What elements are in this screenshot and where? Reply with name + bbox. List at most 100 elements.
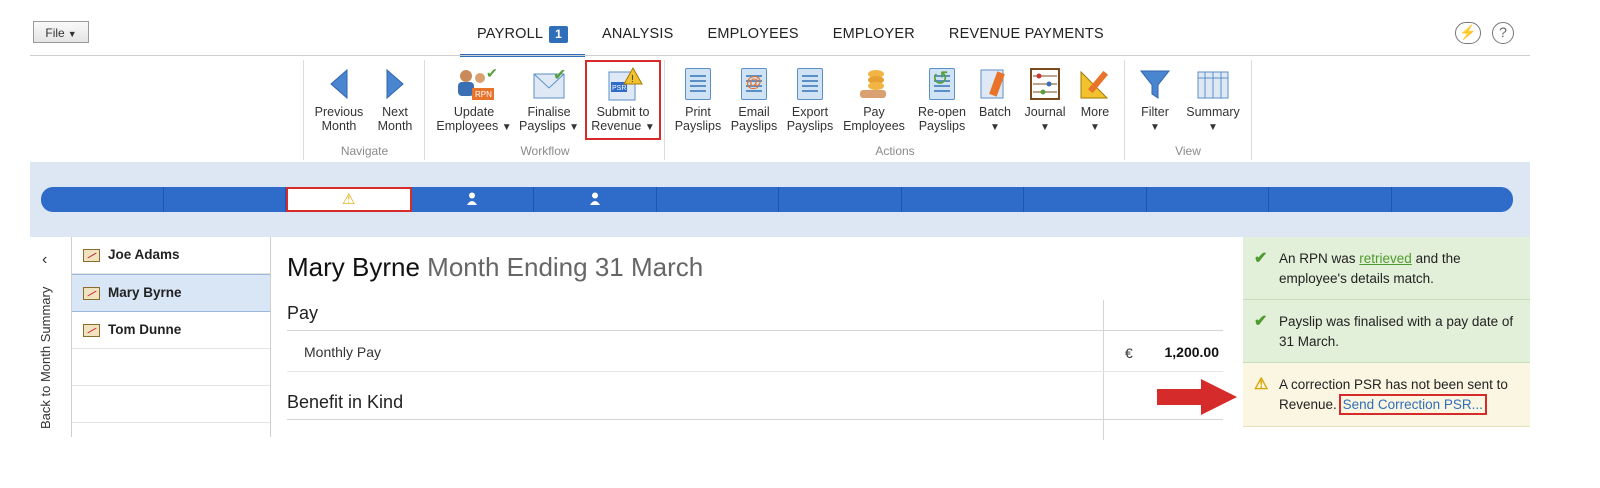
funnel-icon <box>1135 66 1175 102</box>
batch-button[interactable]: Batch ▼ <box>975 66 1015 135</box>
period-segment[interactable] <box>779 187 902 212</box>
ribbon-group-navigate: Previous Month Next Month Navigate <box>303 60 425 160</box>
send-correction-psr-link[interactable]: Send Correction PSR... <box>1338 393 1487 415</box>
period-segment[interactable] <box>1269 187 1392 212</box>
list-item[interactable]: Joe Adams <box>72 237 270 274</box>
summary-button[interactable]: Summary ▼ <box>1183 66 1243 135</box>
section-benefit-in-kind: Benefit in Kind <box>287 392 404 412</box>
abacus-icon <box>1025 66 1065 102</box>
divider <box>287 419 1223 420</box>
file-menu-button[interactable]: File ▼ <box>33 21 89 43</box>
main-tabs: PAYROLL 1 ANALYSIS EMPLOYEES EMPLOYER REV… <box>460 20 1121 57</box>
divider <box>287 371 1223 372</box>
more-button[interactable]: More ▼ <box>1073 66 1117 135</box>
journal-button[interactable]: Journal ▼ <box>1021 66 1069 135</box>
period-segment[interactable] <box>164 187 286 212</box>
list-item-empty <box>72 386 270 423</box>
reopen-payslips-button[interactable]: ↺ Re-open Payslips <box>913 66 971 133</box>
export-icon <box>790 66 830 102</box>
people-rpn-icon: RPN ✔ <box>454 65 498 102</box>
reopen-icon: ↺ <box>922 66 962 102</box>
person-icon <box>589 192 600 210</box>
period-segment[interactable] <box>534 187 657 212</box>
caret-down-icon: ▼ <box>67 29 77 39</box>
payslip-icon <box>83 324 100 337</box>
coins-hand-icon <box>854 66 894 102</box>
update-employees-button[interactable]: RPN ✔ Update Employees ▼ <box>435 65 513 135</box>
export-payslips-button[interactable]: Export Payslips <box>785 66 835 133</box>
notice-correction-psr: ⚠ A correction PSR has not been sent to … <box>1243 363 1530 427</box>
status-panel: ✔ An RPN was retrieved and the employee'… <box>1243 237 1530 437</box>
submit-to-revenue-button[interactable]: PSR! Submit to Revenue ▼ <box>585 60 661 140</box>
payroll-count-badge: 1 <box>549 26 569 43</box>
group-label-workflow: Workflow <box>520 144 570 158</box>
monthly-pay-value: 1,200.00 <box>1164 344 1220 360</box>
tab-analysis[interactable]: ANALYSIS <box>585 20 690 54</box>
period-segment[interactable] <box>1024 187 1147 212</box>
period-segment[interactable] <box>657 187 779 212</box>
period-segment[interactable] <box>1147 187 1269 212</box>
arrow-left-icon <box>319 66 359 102</box>
next-month-button[interactable]: Next Month <box>372 66 418 133</box>
batch-tools-icon <box>975 66 1015 102</box>
red-arrow-icon <box>1157 379 1239 420</box>
tab-payroll[interactable]: PAYROLL 1 <box>460 20 586 57</box>
ruler-pencil-icon <box>1075 66 1115 102</box>
ribbon-divider <box>30 55 1530 56</box>
print-payslips-button[interactable]: Print Payslips <box>673 66 723 133</box>
pay-employees-button[interactable]: Pay Employees <box>841 66 907 133</box>
ribbon-group-workflow: RPN ✔ Update Employees ▼ ✔ Finalise Paysl… <box>424 60 665 160</box>
svg-text:✔: ✔ <box>553 67 566 84</box>
list-item-selected[interactable]: Mary Byrne <box>72 274 270 312</box>
monthly-pay-label: Monthly Pay <box>304 344 382 360</box>
email-icon: @ <box>734 66 774 102</box>
period-timeline: ⚠ <box>41 187 1513 212</box>
period-segment[interactable] <box>902 187 1024 212</box>
checkmark-icon: ✔ <box>1254 313 1268 330</box>
period-segment[interactable] <box>412 187 534 212</box>
group-label-actions: Actions <box>875 144 915 158</box>
ribbon-group-actions: Print Payslips @ Email Payslips Export Pa… <box>664 60 1125 160</box>
summary-grid-icon <box>1193 66 1233 102</box>
printer-icon <box>678 66 718 102</box>
svg-text:RPN: RPN <box>475 90 492 99</box>
filter-button[interactable]: Filter ▼ <box>1133 66 1177 135</box>
divider <box>287 330 1223 331</box>
previous-month-button[interactable]: Previous Month <box>314 66 364 133</box>
finalise-payslips-button[interactable]: ✔ Finalise Payslips ▼ <box>518 66 580 135</box>
cloud-sync-icon[interactable]: ⚡ <box>1455 22 1481 44</box>
warning-icon: ⚠ <box>342 191 356 208</box>
arrow-right-icon <box>375 66 415 102</box>
tab-employer[interactable]: EMPLOYER <box>816 20 932 54</box>
checkmark-icon: ✔ <box>1254 250 1268 267</box>
list-item-empty <box>72 349 270 386</box>
notice-rpn-retrieved: ✔ An RPN was retrieved and the employee'… <box>1243 237 1530 300</box>
svg-text:!: ! <box>631 74 634 85</box>
svg-text:PSR: PSR <box>612 85 626 92</box>
envelope-check-icon: ✔ <box>529 66 569 102</box>
group-label-view: View <box>1175 144 1201 158</box>
page-title: Mary Byrne Month Ending 31 March <box>287 252 704 282</box>
back-to-month-summary[interactable]: ‹ Back to Month Summary <box>30 237 72 437</box>
back-link-label: Back to Month Summary <box>38 286 53 429</box>
employee-list: Joe Adams Mary Byrne Tom Dunne <box>72 237 271 437</box>
ribbon-group-view: Filter ▼ Summary ▼ View <box>1124 60 1252 160</box>
person-icon <box>467 192 478 210</box>
psr-warning-icon: PSR! <box>603 66 643 102</box>
period-segment[interactable] <box>41 187 164 212</box>
group-label-navigate: Navigate <box>340 144 389 158</box>
payslip-icon <box>83 287 100 300</box>
period-segment[interactable] <box>1392 187 1514 212</box>
email-payslips-button[interactable]: @ Email Payslips <box>729 66 779 133</box>
tab-employees[interactable]: EMPLOYEES <box>690 20 815 54</box>
svg-text:✔: ✔ <box>486 66 498 81</box>
retrieved-link[interactable]: retrieved <box>1359 251 1412 266</box>
notice-payslip-finalised: ✔ Payslip was finalised with a pay date … <box>1243 300 1530 363</box>
tab-revenue-payments[interactable]: REVENUE PAYMENTS <box>932 20 1121 54</box>
warning-icon: ⚠ <box>1254 376 1269 393</box>
period-segment-current[interactable]: ⚠ <box>286 187 412 212</box>
chevron-left-icon: ‹ <box>42 251 48 268</box>
list-item[interactable]: Tom Dunne <box>72 312 270 349</box>
help-icon[interactable]: ? <box>1492 22 1514 44</box>
section-pay: Pay <box>287 303 319 323</box>
